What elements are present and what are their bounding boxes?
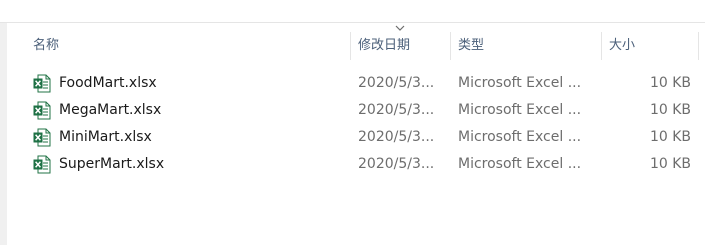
file-type: Microsoft Excel ... <box>458 156 582 172</box>
file-size: 10 KB <box>649 102 691 118</box>
file-modified-date: 2020/5/3... <box>358 102 435 118</box>
file-size: 10 KB <box>649 129 691 145</box>
file-size: 10 KB <box>649 75 691 91</box>
column-separator[interactable] <box>601 32 602 60</box>
excel-file-icon <box>33 128 51 147</box>
column-header-size[interactable]: 大小 <box>609 32 689 60</box>
file-modified-date: 2020/5/3... <box>358 156 435 172</box>
file-row[interactable]: MegaMart.xlsx 2020/5/3... Microsoft Exce… <box>7 97 705 124</box>
file-row[interactable]: SuperMart.xlsx 2020/5/3... Microsoft Exc… <box>7 151 705 178</box>
navigation-pane-edge <box>0 23 7 245</box>
column-header-modified[interactable]: 修改日期 <box>358 32 443 60</box>
column-header-name[interactable]: 名称 <box>33 32 333 60</box>
file-list: FoodMart.xlsx 2020/5/3... Microsoft Exce… <box>7 70 705 178</box>
column-separator[interactable] <box>350 32 351 60</box>
column-header-type[interactable]: 类型 <box>458 32 598 60</box>
file-row[interactable]: MiniMart.xlsx 2020/5/3... Microsoft Exce… <box>7 124 705 151</box>
file-modified-date: 2020/5/3... <box>358 75 435 91</box>
sort-descending-icon[interactable] <box>395 24 405 32</box>
excel-file-icon <box>33 155 51 174</box>
excel-file-icon <box>33 101 51 120</box>
file-modified-date: 2020/5/3... <box>358 129 435 145</box>
top-strip <box>0 0 705 23</box>
file-name[interactable]: SuperMart.xlsx <box>59 151 164 178</box>
file-row[interactable]: FoodMart.xlsx 2020/5/3... Microsoft Exce… <box>7 70 705 97</box>
file-type: Microsoft Excel ... <box>458 102 582 118</box>
column-separator[interactable] <box>698 32 699 60</box>
file-size: 10 KB <box>649 156 691 172</box>
file-name[interactable]: MiniMart.xlsx <box>59 124 152 151</box>
file-name[interactable]: FoodMart.xlsx <box>59 70 157 97</box>
excel-file-icon <box>33 74 51 93</box>
file-type: Microsoft Excel ... <box>458 75 582 91</box>
file-name[interactable]: MegaMart.xlsx <box>59 97 161 124</box>
file-explorer-pane: 名称 修改日期 类型 大小 FoodMart.xlsx 2020/5/3... … <box>0 0 705 245</box>
column-header-row: 名称 修改日期 类型 大小 <box>7 32 705 60</box>
file-type: Microsoft Excel ... <box>458 129 582 145</box>
column-separator[interactable] <box>450 32 451 60</box>
